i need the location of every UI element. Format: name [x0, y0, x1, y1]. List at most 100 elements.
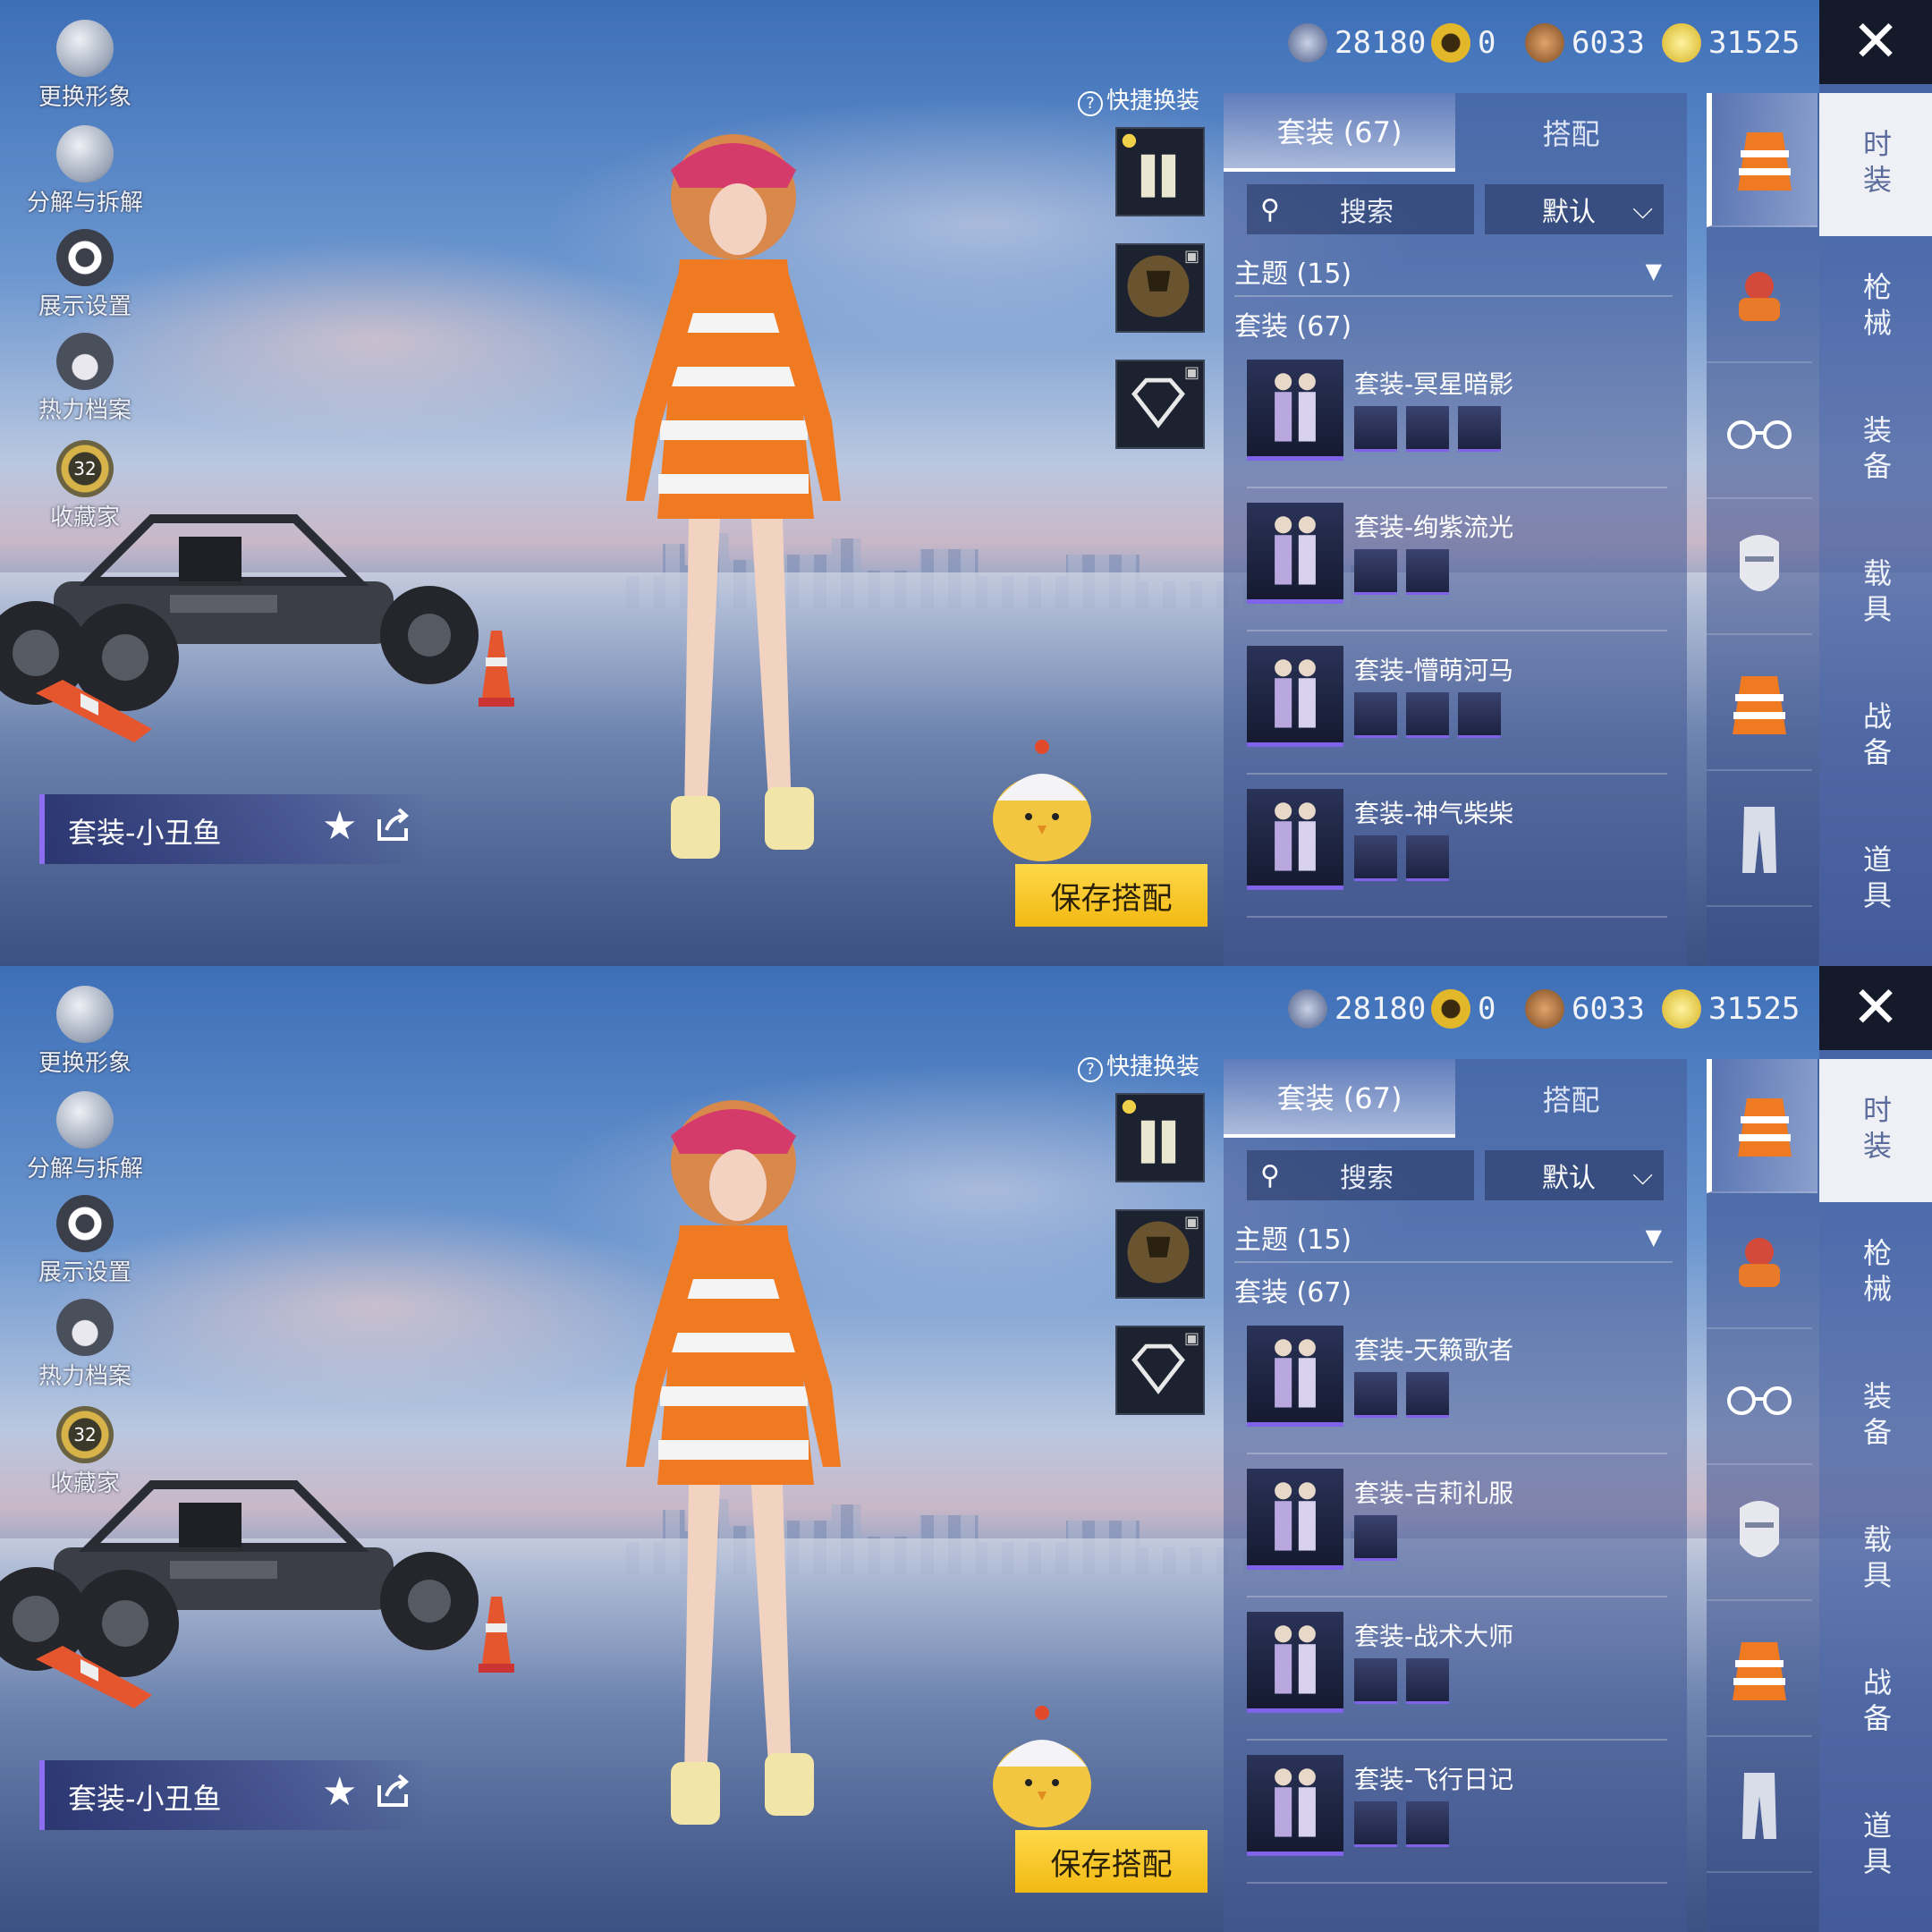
quick-change-header[interactable]: ? 快捷换装	[1078, 1048, 1199, 1082]
decompose-label: 分解与拆解	[27, 190, 144, 216]
search-input[interactable]: ⚲ 搜索	[1247, 184, 1474, 234]
avatar-icon	[56, 986, 114, 1043]
outfit-thumbnail	[1247, 789, 1343, 890]
search-input[interactable]: ⚲ 搜索	[1247, 1150, 1474, 1200]
quick-slot-1[interactable]	[1115, 127, 1205, 216]
tab-suits[interactable]: 套装 (67)	[1224, 93, 1455, 172]
display-settings-button[interactable]: 展示设置	[27, 1195, 143, 1287]
maincat-gear[interactable]: 战备	[1819, 1631, 1932, 1775]
tab-combos-label: 搭配	[1542, 1083, 1600, 1117]
close-button[interactable]: ✕	[1819, 966, 1932, 1050]
bronze-amount: 6033	[1572, 991, 1645, 1027]
maincat-equipment[interactable]: 装备	[1819, 379, 1932, 522]
currency-energy[interactable]: 31525	[1662, 18, 1800, 68]
maincat-vehicles[interactable]: 载具	[1819, 522, 1932, 665]
energy-coin-icon	[1662, 989, 1701, 1029]
help-icon: ?	[1078, 91, 1103, 116]
quick-slot-1[interactable]	[1115, 1093, 1205, 1182]
outfit-item[interactable]: 套装-懵萌河马	[1247, 639, 1667, 775]
tab-suits[interactable]: 套装 (67)	[1224, 1059, 1455, 1138]
currency-bronze[interactable]: 6033	[1525, 18, 1645, 68]
change-avatar-button[interactable]: 更换形象	[27, 20, 143, 112]
close-button[interactable]: ✕	[1819, 0, 1932, 84]
quick-change-header[interactable]: ? 快捷换装	[1078, 82, 1199, 116]
share-icon[interactable]	[376, 807, 411, 843]
maincat-fashion[interactable]: 时装	[1819, 93, 1932, 236]
outfit-item[interactable]: 套装-绚紫流光	[1247, 496, 1667, 631]
maincat-equipment-label: 装备	[1859, 1381, 1893, 1453]
currency-silver[interactable]: 28180	[1288, 18, 1426, 68]
outfit-item[interactable]: 套装-飞行日记	[1247, 1748, 1667, 1884]
display-settings-button[interactable]: 展示设置	[27, 229, 143, 321]
quick-slot-3[interactable]: ▣	[1115, 1326, 1205, 1415]
search-icon: ⚲	[1260, 193, 1280, 225]
tab-combos[interactable]: 搭配	[1455, 1059, 1687, 1138]
decompose-button[interactable]: 分解与拆解	[27, 1091, 143, 1183]
currency-silver[interactable]: 28180	[1288, 984, 1426, 1034]
outfit-item[interactable]: 套装-天籁歌者	[1247, 1318, 1667, 1454]
subcat-mask[interactable]	[1707, 1467, 1812, 1601]
share-icon[interactable]	[376, 1773, 411, 1809]
silver-amount: 28180	[1335, 25, 1427, 61]
outfit-part-thumbnail	[1354, 549, 1397, 595]
subcat-glasses[interactable]	[1707, 365, 1812, 499]
outfit-item-name: 套装-绚紫流光	[1354, 513, 1514, 542]
screen-panel-2: 更换形象 分解与拆解 展示设置 热力档案 32 收藏家 套装-小丑鱼 ★ 281…	[0, 966, 1932, 1932]
outfit-item[interactable]: 套装-吉莉礼服	[1247, 1462, 1667, 1597]
maincat-equipment-label: 装备	[1859, 415, 1893, 487]
subcat-pants[interactable]	[1707, 1739, 1812, 1873]
save-outfit-button[interactable]: 保存搭配	[1015, 1830, 1208, 1893]
subcat-backpack[interactable]	[1707, 229, 1812, 363]
subcat-top[interactable]	[1707, 637, 1812, 771]
subcat-backpack[interactable]	[1707, 1195, 1812, 1329]
subcat-full-outfit[interactable]	[1707, 93, 1818, 227]
outfit-item-parts	[1354, 1372, 1449, 1418]
subcat-full-outfit[interactable]	[1707, 1059, 1818, 1193]
tab-combos[interactable]: 搭配	[1455, 93, 1687, 172]
list-tabs: 套装 (67) 搭配	[1224, 1059, 1687, 1138]
maincat-vehicles[interactable]: 载具	[1819, 1488, 1932, 1631]
star-icon[interactable]: ★	[322, 803, 357, 849]
quick-slot-2[interactable]: ▣	[1115, 243, 1205, 333]
sort-select[interactable]: 默认 ⌵	[1485, 1150, 1664, 1200]
maincat-items[interactable]: 道具	[1819, 809, 1932, 952]
outfit-thumbnail	[1247, 646, 1343, 747]
save-outfit-button[interactable]: 保存搭配	[1015, 864, 1208, 927]
maincat-equipment[interactable]: 装备	[1819, 1345, 1932, 1488]
maincat-vehicles-label: 载具	[1859, 558, 1893, 630]
quick-slot-3[interactable]: ▣	[1115, 360, 1205, 449]
outfit-item[interactable]: 套装-战术大师	[1247, 1605, 1667, 1741]
subcat-glasses[interactable]	[1707, 1331, 1812, 1465]
screen-panel-1: 更换形象 分解与拆解 展示设置 热力档案 32 收藏家 套装-小丑鱼 ★ 281…	[0, 0, 1932, 966]
change-avatar-button[interactable]: 更换形象	[27, 986, 143, 1078]
heat-archive-button[interactable]: 热力档案	[27, 1299, 143, 1391]
maincat-weapons[interactable]: 枪械	[1819, 1202, 1932, 1345]
theme-filter[interactable]: 主题 (15) ▼	[1234, 247, 1673, 297]
currency-energy[interactable]: 31525	[1662, 984, 1800, 1034]
outfit-item-parts	[1354, 835, 1449, 881]
theme-label: 主题 (15)	[1234, 1224, 1352, 1256]
change-avatar-label: 更换形象	[38, 1050, 131, 1077]
outfit-part-thumbnail	[1406, 406, 1449, 452]
maincat-fashion[interactable]: 时装	[1819, 1059, 1932, 1202]
subcat-top[interactable]	[1707, 1603, 1812, 1737]
theme-filter[interactable]: 主题 (15) ▼	[1234, 1213, 1673, 1263]
heat-archive-button[interactable]: 热力档案	[27, 333, 143, 425]
subcat-pants[interactable]	[1707, 773, 1812, 907]
maincat-gear[interactable]: 战备	[1819, 665, 1932, 809]
decompose-button[interactable]: 分解与拆解	[27, 125, 143, 217]
outfit-part-thumbnail	[1354, 1801, 1397, 1847]
outfit-icon	[1738, 1098, 1792, 1157]
currency-gold-token[interactable]: 0	[1431, 984, 1496, 1034]
sort-select[interactable]: 默认 ⌵	[1485, 184, 1664, 234]
outfit-item[interactable]: 套装-冥星暗影	[1247, 352, 1667, 488]
search-icon: ⚲	[1260, 1159, 1280, 1191]
outfit-item[interactable]: 套装-神气柴柴	[1247, 782, 1667, 918]
subcat-mask[interactable]	[1707, 501, 1812, 635]
currency-gold-token[interactable]: 0	[1431, 18, 1496, 68]
quick-slot-2[interactable]: ▣	[1115, 1209, 1205, 1299]
star-icon[interactable]: ★	[322, 1769, 357, 1815]
maincat-items[interactable]: 道具	[1819, 1775, 1932, 1918]
currency-bronze[interactable]: 6033	[1525, 984, 1645, 1034]
maincat-weapons[interactable]: 枪械	[1819, 236, 1932, 379]
